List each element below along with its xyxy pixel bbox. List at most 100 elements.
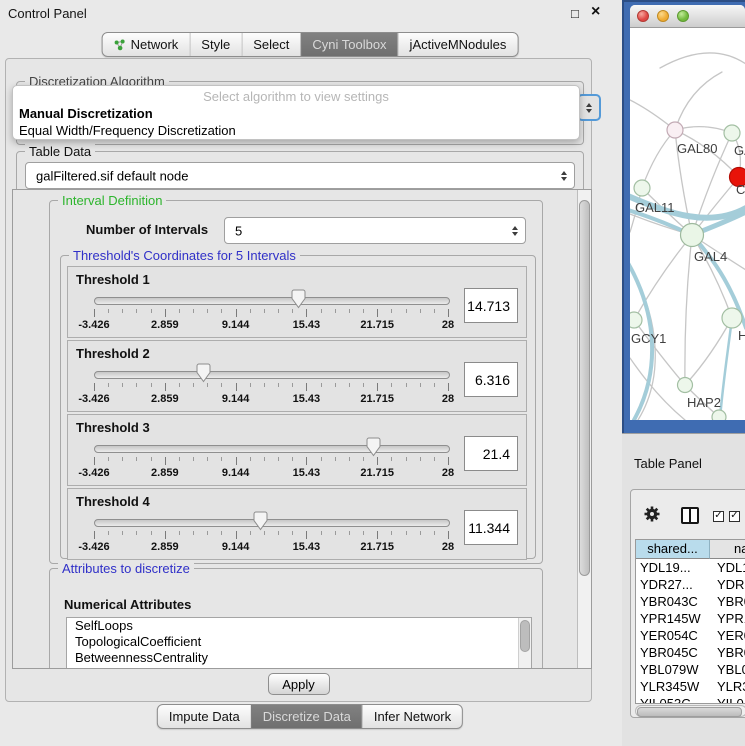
slider-tick <box>406 383 407 387</box>
slider-tick <box>420 531 421 535</box>
scrollbar-thumb[interactable] <box>637 707 742 717</box>
checkbox-icon[interactable]: ✓ <box>713 511 724 522</box>
combobox-stepper-icon <box>561 171 567 181</box>
attributes-group-label: Attributes to discretize <box>58 561 194 576</box>
network-node-GA[interactable] <box>724 125 740 141</box>
slider-tick <box>448 309 449 317</box>
apply-button[interactable]: Apply <box>268 673 330 695</box>
slider-tick <box>108 383 109 387</box>
tab-infer-network[interactable]: Infer Network <box>362 705 462 728</box>
slider-track[interactable] <box>94 445 450 453</box>
threshold-2-panel: Threshold 2-3.4262.8599.14415.4321.71528… <box>67 340 527 412</box>
threshold-3-slider-handle[interactable] <box>366 437 381 457</box>
network-node-HAP2[interactable] <box>678 378 693 393</box>
algorithm-option[interactable]: Equal Width/Frequency Discretization <box>19 122 236 139</box>
cell-shared-name: YBL079W <box>636 661 710 678</box>
threshold-4-value-field[interactable]: 11.344 <box>464 510 518 545</box>
mac-close-button[interactable] <box>637 10 649 22</box>
slider-tick <box>108 457 109 461</box>
thresholds-group: Threshold's Coordinates for 5 Intervals … <box>60 255 536 559</box>
slider-tick <box>264 457 265 461</box>
tab-select[interactable]: Select <box>241 33 300 56</box>
threshold-4-panel: Threshold 4-3.4262.8599.14415.4321.71528… <box>67 488 527 560</box>
table-row[interactable]: YIL053CYIL0 <box>636 695 745 704</box>
combobox-stepper-icon <box>512 226 518 236</box>
table-row[interactable]: YDR27...YDR2 <box>636 576 745 593</box>
table-row[interactable]: YBL079WYBL0 <box>636 661 745 678</box>
table-row[interactable]: YPR145WYPR1 <box>636 610 745 627</box>
network-node-H[interactable] <box>722 308 742 328</box>
settings-scroll-area: Interval Definition Number of Intervals … <box>12 189 592 669</box>
network-node-GAL4[interactable] <box>681 224 704 247</box>
scrollbar-thumb[interactable] <box>579 200 590 576</box>
slider-track[interactable] <box>94 297 450 305</box>
slider-tick <box>94 531 95 539</box>
threshold-3-value-field[interactable]: 21.4 <box>464 436 518 471</box>
table-row[interactable]: YBR043CYBR0 <box>636 593 745 610</box>
bottom-tab-bar: Impute DataDiscretize DataInfer Network <box>157 704 463 729</box>
split-columns-icon[interactable] <box>681 507 699 524</box>
column-header-name[interactable]: na <box>710 540 745 559</box>
cyni-toolbox-panel: Discretization Algorithm Select algorith… <box>5 58 592 702</box>
float-window-icon[interactable]: □ <box>571 6 579 21</box>
table-row[interactable]: YLR345WYLR3 <box>636 678 745 695</box>
number-of-intervals-combobox[interactable]: 5 <box>224 217 526 244</box>
table-row[interactable]: YER054CYER0 <box>636 627 745 644</box>
top-tab-bar: NetworkStyleSelectCyni ToolboxjActiveMNo… <box>102 32 519 57</box>
attribute-item[interactable]: SelfLoops <box>67 618 531 634</box>
table-row[interactable]: YDL19...YDL1 <box>636 559 745 576</box>
threshold-4-slider-handle[interactable] <box>253 511 268 531</box>
attribute-item[interactable]: BetweennessCentrality <box>67 650 531 666</box>
gear-icon[interactable] <box>643 505 661 523</box>
attribute-list-scrollbar[interactable] <box>518 618 531 668</box>
slider-tick <box>391 531 392 535</box>
slider-tick <box>292 383 293 387</box>
table-data-combobox[interactable]: galFiltered.sif default node <box>25 162 575 189</box>
tab-discretize-data[interactable]: Discretize Data <box>251 705 362 728</box>
network-canvas[interactable]: GAL80GACGAL11GAL4GCY1HHAP2 <box>630 28 745 420</box>
network-node-label: GAL80 <box>677 141 717 156</box>
network-view-inner-window: GAL80GACGAL11GAL4GCY1HHAP2 <box>630 5 745 420</box>
network-window-titlebar[interactable] <box>630 5 745 28</box>
attribute-item[interactable]: TopologicalCoefficient <box>67 634 531 650</box>
slider-tick <box>151 457 152 461</box>
slider-tick-label: -3.426 <box>78 393 109 405</box>
tab-jactivemnodules[interactable]: jActiveMNodules <box>398 33 518 56</box>
column-header-shared-name[interactable]: shared... <box>636 540 710 559</box>
slider-tick-label: 15.43 <box>293 393 321 405</box>
network-node-GCY1[interactable] <box>630 312 642 328</box>
threshold-2-slider-handle[interactable] <box>196 363 211 383</box>
mac-zoom-button[interactable] <box>677 10 689 22</box>
network-node[interactable] <box>712 410 726 420</box>
algorithm-combobox-focused-fragment[interactable] <box>577 94 601 121</box>
checkbox-icon[interactable]: ✓ <box>729 511 740 522</box>
slider-tick-label: 9.144 <box>222 467 250 479</box>
algorithm-option[interactable]: Manual Discretization <box>19 105 153 122</box>
slider-tick <box>278 383 279 387</box>
network-node-GAL11[interactable] <box>634 180 650 196</box>
tab-cyni-toolbox[interactable]: Cyni Toolbox <box>300 33 397 56</box>
table-panel-inner: ✓ ✓ shared... na YDL19...YDL1YDR27...YDR… <box>630 489 745 718</box>
threshold-2-value-field[interactable]: 6.316 <box>464 362 518 397</box>
slider-tick-label: 28 <box>442 541 454 553</box>
slider-track[interactable] <box>94 519 450 527</box>
close-icon[interactable]: × <box>591 3 600 21</box>
table-horizontal-scrollbar[interactable] <box>635 705 745 717</box>
threshold-1-value-field[interactable]: 14.713 <box>464 288 518 323</box>
network-node-GAL80[interactable] <box>667 122 683 138</box>
mac-minimize-button[interactable] <box>657 10 669 22</box>
tab-style[interactable]: Style <box>189 33 241 56</box>
table-row[interactable]: YBR045CYBR0 <box>636 644 745 661</box>
slider-track[interactable] <box>94 371 450 379</box>
slider-tick <box>391 383 392 387</box>
interval-definition-group-label: Interval Definition <box>58 193 166 208</box>
tab-impute-data[interactable]: Impute Data <box>158 705 251 728</box>
scrollbar-thumb[interactable] <box>520 620 530 652</box>
slider-tick <box>292 531 293 535</box>
slider-tick-label: 15.43 <box>293 467 321 479</box>
tab-network[interactable]: Network <box>103 33 190 56</box>
threshold-1-slider-handle[interactable] <box>291 289 306 309</box>
slider-tick <box>306 309 307 317</box>
settings-scrollbar[interactable] <box>577 190 591 668</box>
attribute-items: SelfLoopsTopologicalCoefficientBetweenne… <box>67 618 531 666</box>
